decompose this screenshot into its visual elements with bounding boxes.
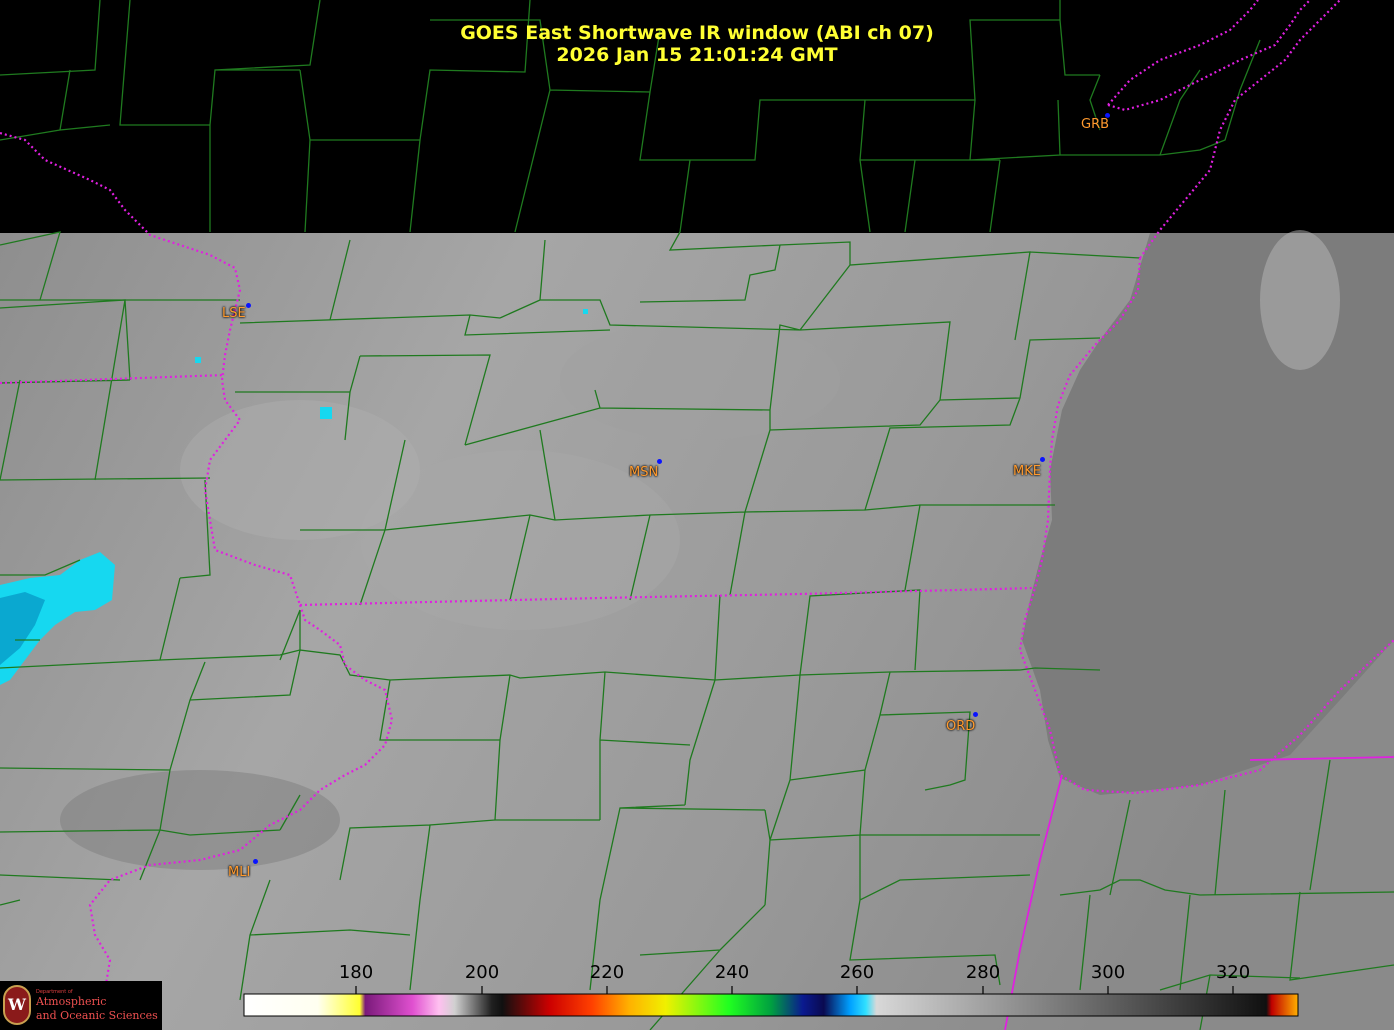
colorbar-tick-280: 280 (965, 962, 1001, 983)
colorbar-tick-200: 200 (464, 962, 500, 983)
city-dot-ord (973, 712, 978, 717)
city-label-lse: LSE (222, 306, 246, 321)
logo-line-2: and Oceanic Sciences (36, 1009, 158, 1022)
map-timestamp: 2026 Jan 15 21:01:24 GMT (556, 44, 838, 66)
city-dot-msn (657, 459, 662, 464)
logo-line-1: Atmospheric (36, 995, 107, 1008)
city-label-mke: MKE (1013, 464, 1041, 479)
colorbar-tick-220: 220 (589, 962, 625, 983)
city-label-mli: MLI (228, 865, 251, 880)
city-dot-lse (246, 303, 251, 308)
aos-logo: W Department of Atmospheric and Oceanic … (0, 981, 162, 1030)
colorbar (243, 993, 1299, 1017)
colorbar-tick-240: 240 (714, 962, 750, 983)
city-label-msn: MSN (629, 465, 659, 480)
colorbar-tick-320: 320 (1215, 962, 1251, 983)
colorbar-tick-180: 180 (338, 962, 374, 983)
city-dot-mli (253, 859, 258, 864)
map-title: GOES East Shortwave IR window (ABI ch 07… (460, 22, 934, 44)
city-label-grb: GRB (1081, 117, 1110, 132)
satellite-map (0, 0, 1394, 1030)
city-dot-mke (1040, 457, 1045, 462)
city-label-ord: ORD (946, 719, 976, 734)
uw-seal-icon: W (3, 985, 31, 1025)
colorbar-tick-300: 300 (1090, 962, 1126, 983)
colorbar-tick-260: 260 (839, 962, 875, 983)
